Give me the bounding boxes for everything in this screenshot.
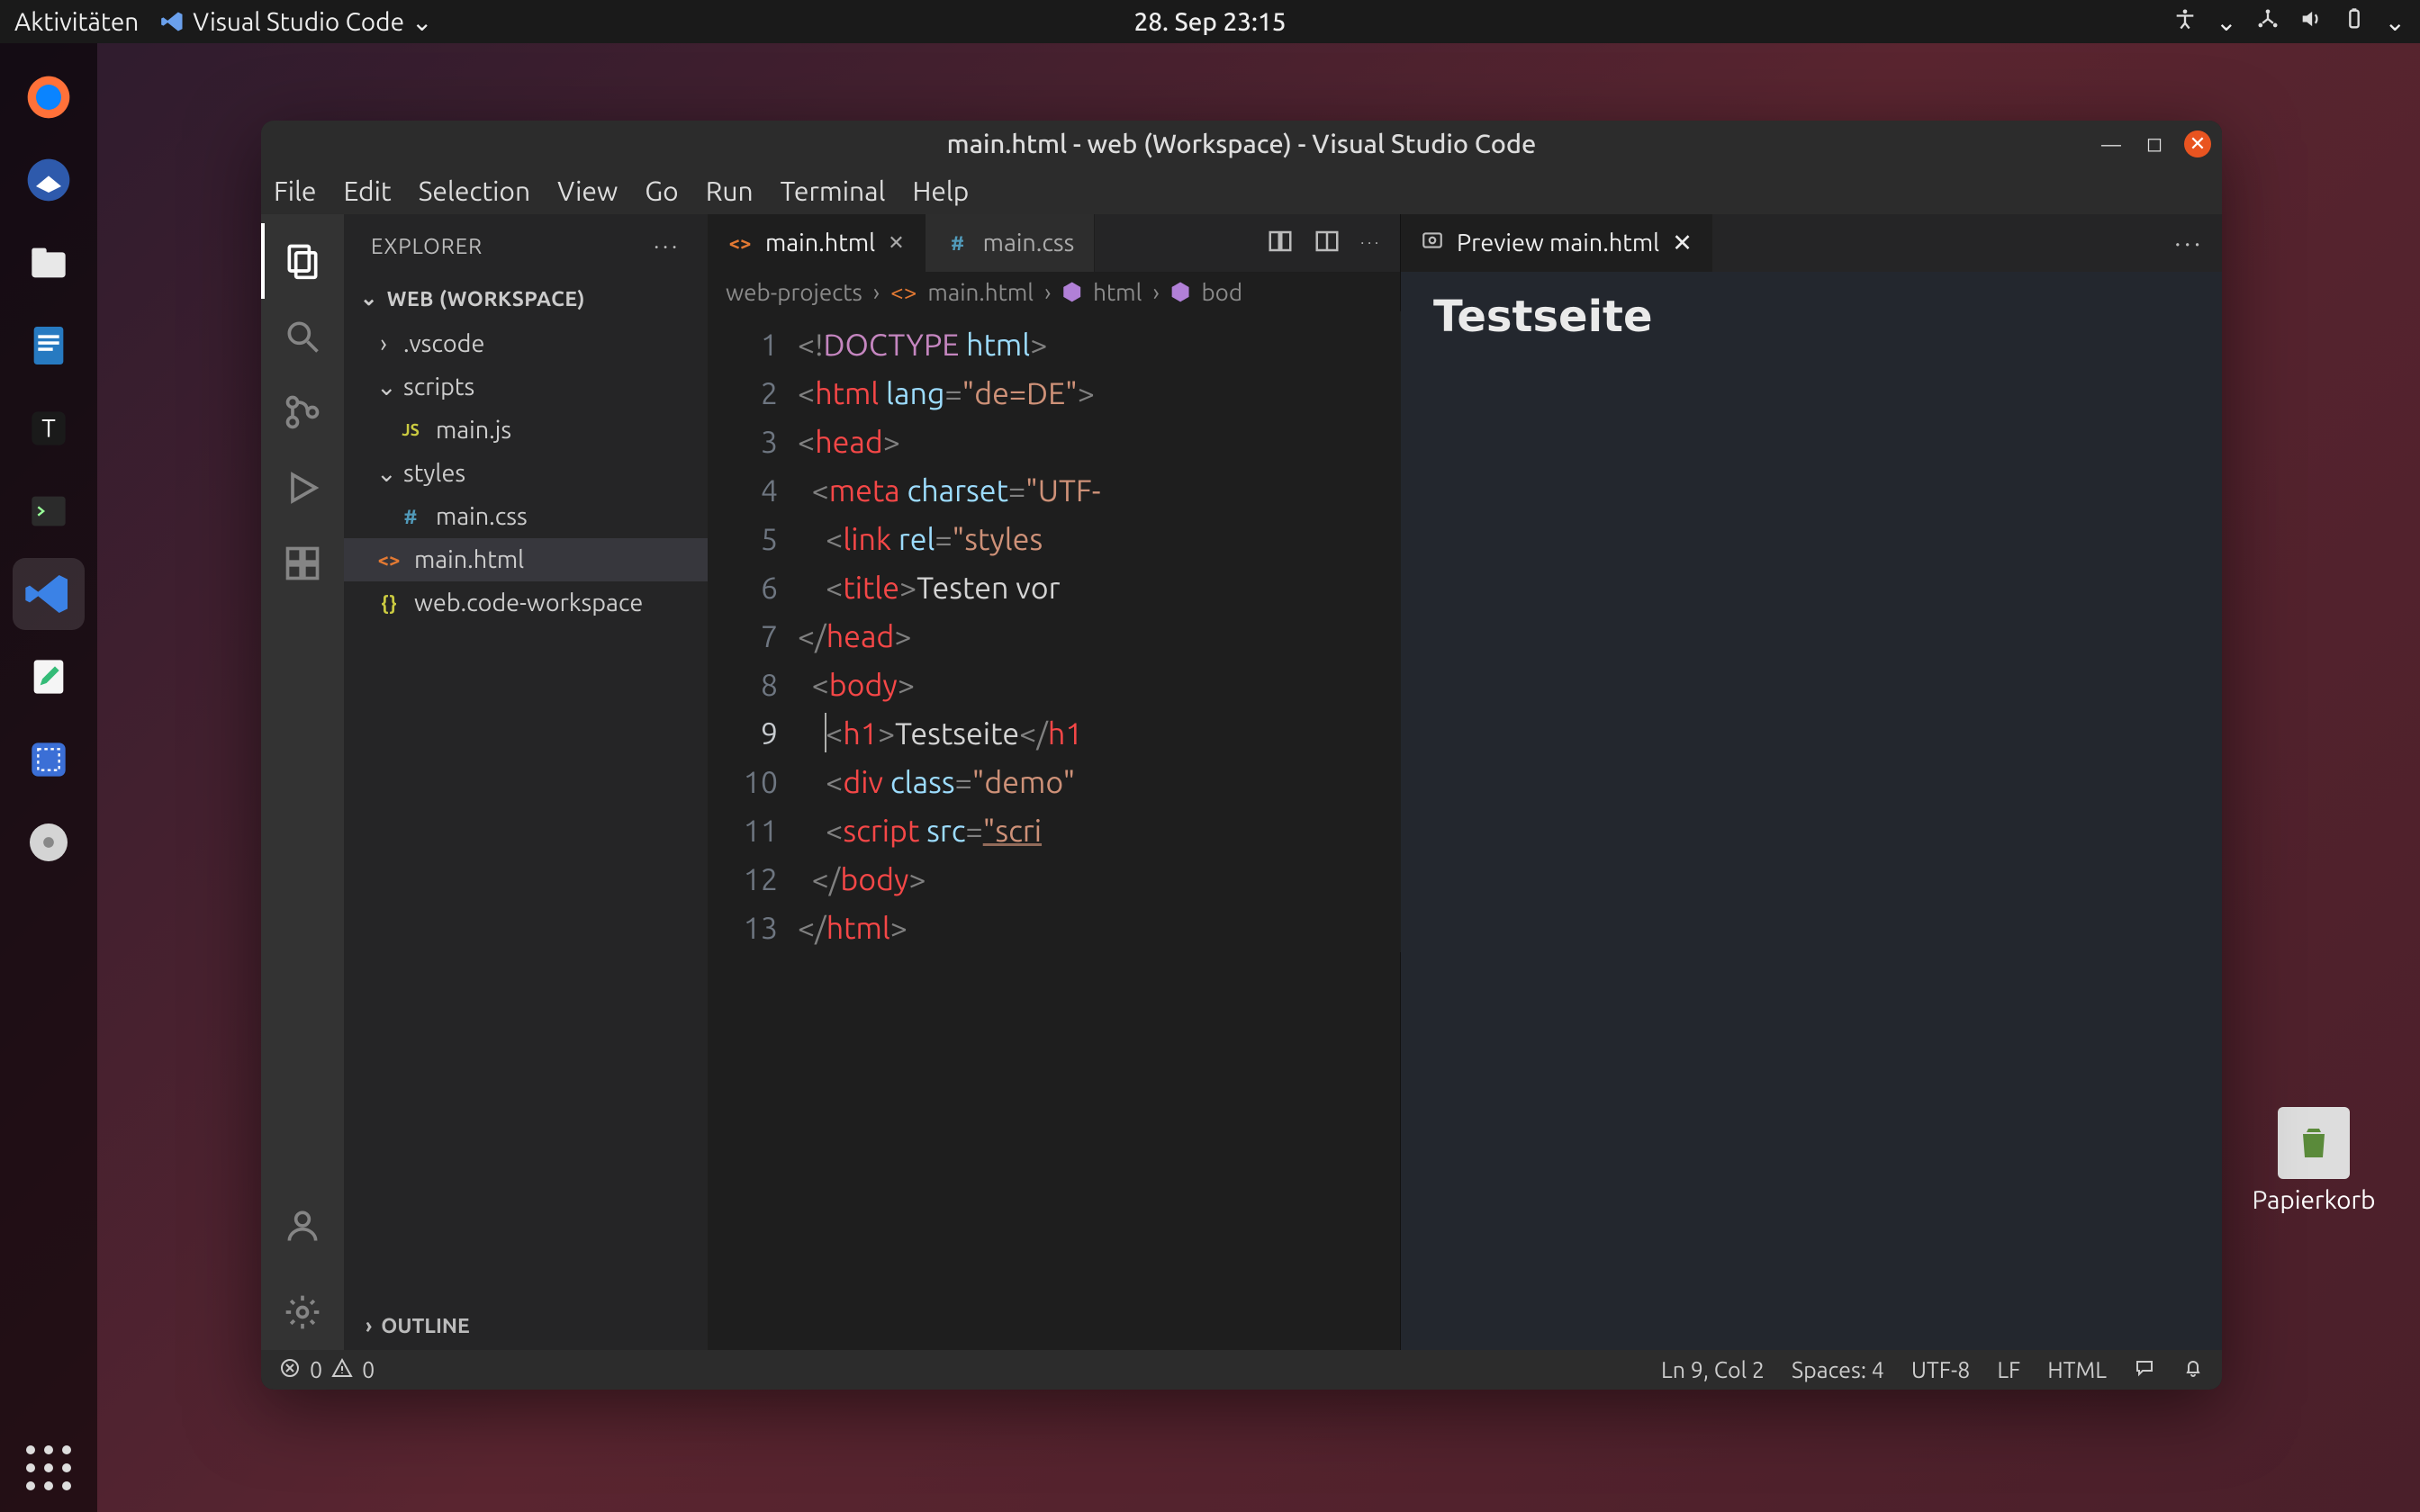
app-menu[interactable]: Visual Studio Code ⌄ — [160, 7, 432, 37]
preview-icon — [1421, 229, 1444, 257]
chevron-down-icon[interactable]: ⌄ — [2385, 7, 2406, 37]
menu-selection[interactable]: Selection — [419, 176, 530, 206]
activity-extensions[interactable] — [261, 526, 344, 601]
dock-thunderbird[interactable] — [13, 144, 85, 216]
breadcrumb[interactable]: web-projects› <>main.html› ⬢html› ⬢bod — [708, 272, 1400, 311]
close-button[interactable]: ✕ — [2184, 130, 2211, 158]
dock-gedit[interactable] — [13, 641, 85, 713]
more-icon[interactable]: ··· — [1360, 235, 1382, 251]
activity-bar — [261, 214, 344, 1350]
app-menu-label: Visual Studio Code — [193, 8, 404, 36]
dock-show-apps[interactable] — [26, 1445, 71, 1490]
dock-writer[interactable] — [13, 310, 85, 382]
tree-folder[interactable]: ⌄styles — [344, 452, 708, 495]
menubar: File Edit Selection View Go Run Terminal… — [261, 167, 2222, 214]
tree-file[interactable]: JSmain.js — [344, 409, 708, 452]
warnings-count[interactable]: 0 — [362, 1357, 375, 1382]
compare-changes-icon[interactable] — [1267, 228, 1294, 258]
dock-vscode[interactable] — [13, 558, 85, 630]
statusbar: 0 0 Ln 9, Col 2 Spaces: 4 UTF-8 LF HTML — [261, 1350, 2222, 1390]
dock-disc[interactable] — [13, 806, 85, 878]
vscode-icon — [160, 9, 185, 34]
preview-body[interactable]: Testseite — [1401, 272, 2222, 1350]
status-spaces[interactable]: Spaces: 4 — [1792, 1357, 1884, 1382]
menu-go[interactable]: Go — [645, 176, 678, 206]
activity-debug[interactable] — [261, 450, 344, 526]
dock-terminal[interactable] — [13, 475, 85, 547]
menu-run[interactable]: Run — [706, 176, 754, 206]
status-encoding[interactable]: UTF-8 — [1911, 1357, 1971, 1382]
battery-icon[interactable] — [2342, 6, 2367, 37]
dock-screenshot[interactable] — [13, 724, 85, 796]
activity-account[interactable] — [261, 1188, 344, 1264]
preview-tab[interactable]: Preview main.html ✕ — [1401, 214, 1712, 272]
menu-edit[interactable]: Edit — [344, 176, 392, 206]
trash-icon — [2278, 1107, 2350, 1179]
vscode-window: main.html - web (Workspace) - Visual Stu… — [261, 121, 2222, 1390]
clock[interactable]: 28. Sep 23:15 — [1133, 8, 1286, 36]
close-icon[interactable]: ✕ — [888, 231, 904, 255]
svg-text:T: T — [41, 414, 56, 442]
preview-pane: Preview main.html ✕ ··· Testseite — [1401, 214, 2222, 1350]
tree-file[interactable]: {}web.code-workspace — [344, 581, 708, 625]
status-eol[interactable]: LF — [1997, 1357, 2020, 1382]
explorer-title: EXPLORER — [371, 234, 483, 258]
status-lang[interactable]: HTML — [2047, 1357, 2107, 1382]
editor-tabbar: <>main.html✕#main.css ··· — [708, 214, 1400, 272]
dock-firefox[interactable] — [13, 61, 85, 133]
window-title: main.html - web (Workspace) - Visual Stu… — [947, 130, 1537, 158]
tree-folder[interactable]: ›.vscode — [344, 322, 708, 365]
preview-heading: Testseite — [1433, 292, 2190, 342]
menu-file[interactable]: File — [274, 176, 317, 206]
network-icon[interactable] — [2255, 6, 2280, 37]
editor-tab[interactable]: #main.css — [926, 214, 1096, 272]
activities-button[interactable]: Aktivitäten — [14, 8, 139, 36]
more-icon[interactable]: ··· — [2174, 230, 2204, 257]
editor-tab[interactable]: <>main.html✕ — [708, 214, 926, 272]
activity-search[interactable] — [261, 299, 344, 374]
activity-settings[interactable] — [261, 1274, 344, 1350]
code-editor[interactable]: 12345678910111213 <!DOCTYPE html><html l… — [708, 311, 1401, 952]
dock-files[interactable] — [13, 227, 85, 299]
gnome-topbar: Aktivitäten Visual Studio Code ⌄ 28. Sep… — [0, 0, 2420, 43]
tree-file[interactable]: #main.css — [344, 495, 708, 538]
close-icon[interactable]: ✕ — [1672, 230, 1693, 257]
dock-text[interactable]: T — [13, 392, 85, 464]
warnings-icon[interactable] — [331, 1357, 353, 1383]
tree-folder[interactable]: ⌄scripts — [344, 365, 708, 409]
bell-icon[interactable] — [2182, 1357, 2204, 1383]
minimize-button[interactable]: — — [2098, 130, 2125, 158]
split-editor-icon[interactable] — [1314, 228, 1341, 258]
tree-file[interactable]: <>main.html — [344, 538, 708, 581]
desktop-trash-label: Papierkorb — [2251, 1186, 2377, 1214]
volume-icon[interactable] — [2298, 6, 2324, 37]
chevron-down-icon[interactable]: ⌄ — [2216, 7, 2236, 37]
explorer-sidebar: EXPLORER ··· ⌄WEB (WORKSPACE) ›.vscode⌄s… — [344, 214, 708, 1350]
workspace-section[interactable]: ⌄WEB (WORKSPACE) — [344, 277, 708, 320]
activity-scm[interactable] — [261, 374, 344, 450]
desktop-trash[interactable]: Papierkorb — [2251, 1107, 2377, 1214]
accessibility-icon[interactable] — [2172, 6, 2198, 37]
chevron-down-icon: ⌄ — [411, 7, 432, 37]
titlebar[interactable]: main.html - web (Workspace) - Visual Stu… — [261, 121, 2222, 167]
dock: T — [0, 43, 97, 1512]
activity-explorer[interactable] — [261, 223, 344, 299]
status-cursor[interactable]: Ln 9, Col 2 — [1661, 1357, 1765, 1382]
menu-terminal[interactable]: Terminal — [781, 176, 886, 206]
errors-icon[interactable] — [279, 1357, 301, 1383]
explorer-more-icon[interactable]: ··· — [654, 234, 681, 258]
menu-view[interactable]: View — [557, 176, 618, 206]
errors-count[interactable]: 0 — [310, 1357, 322, 1382]
maximize-button[interactable]: ◻ — [2141, 130, 2168, 158]
feedback-icon[interactable] — [2134, 1357, 2155, 1383]
menu-help[interactable]: Help — [912, 176, 969, 206]
preview-tab-label: Preview main.html — [1457, 230, 1659, 256]
outline-section[interactable]: ›OUTLINE — [344, 1301, 708, 1350]
